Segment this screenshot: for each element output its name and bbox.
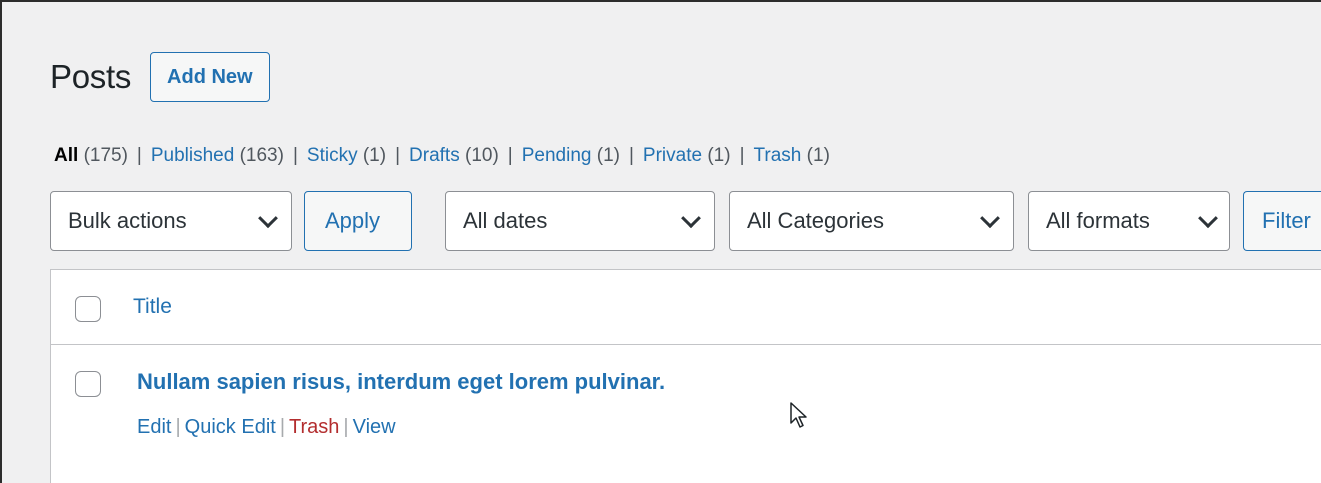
date-filter-value: All dates bbox=[463, 208, 548, 233]
bulk-actions-value: Bulk actions bbox=[68, 208, 187, 233]
posts-table: Title Nullam sapien risus, interdum eget… bbox=[50, 269, 1321, 483]
post-title-link[interactable]: Nullam sapien risus, interdum eget lorem… bbox=[137, 369, 665, 395]
action-separator: | bbox=[343, 416, 349, 438]
chevron-down-icon bbox=[980, 208, 1000, 229]
view-link[interactable]: View bbox=[353, 416, 396, 438]
edit-link[interactable]: Edit bbox=[137, 416, 171, 438]
row-actions: Edit | Quick Edit | Trash | View bbox=[137, 416, 396, 439]
page-heading: Posts Add New bbox=[50, 52, 270, 102]
filter-separator: | bbox=[136, 145, 142, 166]
table-row: Nullam sapien risus, interdum eget lorem… bbox=[51, 345, 1321, 483]
filter-drafts-count: (10) bbox=[465, 145, 499, 166]
trash-link[interactable]: Trash bbox=[289, 416, 339, 438]
filter-drafts-link[interactable]: Drafts bbox=[409, 145, 460, 166]
filter-pending-link[interactable]: Pending bbox=[522, 145, 592, 166]
filter-separator: | bbox=[628, 145, 634, 166]
filter-separator: | bbox=[507, 145, 513, 166]
mouse-pointer-icon bbox=[790, 402, 807, 428]
date-filter-select[interactable]: All dates bbox=[445, 191, 715, 251]
column-title-link[interactable]: Title bbox=[133, 295, 172, 319]
chevron-down-icon bbox=[258, 208, 278, 229]
filter-pending-count: (1) bbox=[596, 145, 620, 166]
apply-button[interactable]: Apply bbox=[304, 191, 412, 251]
chevron-down-icon bbox=[681, 208, 701, 229]
category-filter-value: All Categories bbox=[747, 208, 884, 233]
format-filter-select[interactable]: All formats bbox=[1028, 191, 1230, 251]
select-all-checkbox[interactable] bbox=[75, 296, 101, 322]
filter-private-count: (1) bbox=[707, 145, 731, 166]
filter-trash-count: (1) bbox=[806, 145, 830, 166]
filter-published-link[interactable]: Published bbox=[151, 145, 234, 166]
status-filter-links: All (175) | Published (163) | Sticky (1) | Dra… bbox=[54, 145, 830, 167]
action-separator: | bbox=[279, 416, 286, 438]
category-filter-select[interactable]: All Categories bbox=[729, 191, 1014, 251]
chevron-down-icon bbox=[1198, 208, 1218, 229]
filter-separator: | bbox=[395, 145, 401, 166]
filter-sticky-link[interactable]: Sticky bbox=[307, 145, 358, 166]
filter-all-link[interactable]: All bbox=[54, 145, 78, 166]
bulk-actions-select[interactable]: Bulk actions bbox=[50, 191, 292, 251]
add-new-button[interactable]: Add New bbox=[150, 52, 270, 102]
quick-edit-link[interactable]: Quick Edit bbox=[185, 416, 276, 438]
filter-trash-link[interactable]: Trash bbox=[754, 145, 802, 166]
filter-sticky-count: (1) bbox=[362, 145, 387, 166]
format-filter-value: All formats bbox=[1046, 208, 1150, 233]
filter-button[interactable]: Filter bbox=[1243, 191, 1321, 251]
table-header-row: Title bbox=[51, 270, 1321, 345]
filter-separator: | bbox=[739, 145, 745, 166]
filter-separator: | bbox=[292, 145, 298, 166]
row-select-checkbox[interactable] bbox=[75, 371, 101, 397]
page-title: Posts bbox=[50, 58, 132, 95]
action-separator: | bbox=[175, 416, 181, 438]
admin-content-area: Posts Add New All (175) | Published (163) |… bbox=[0, 0, 1321, 483]
filter-published-count: (163) bbox=[239, 145, 284, 166]
filter-all-count: (175) bbox=[83, 145, 128, 166]
filter-private-link[interactable]: Private bbox=[643, 145, 702, 166]
